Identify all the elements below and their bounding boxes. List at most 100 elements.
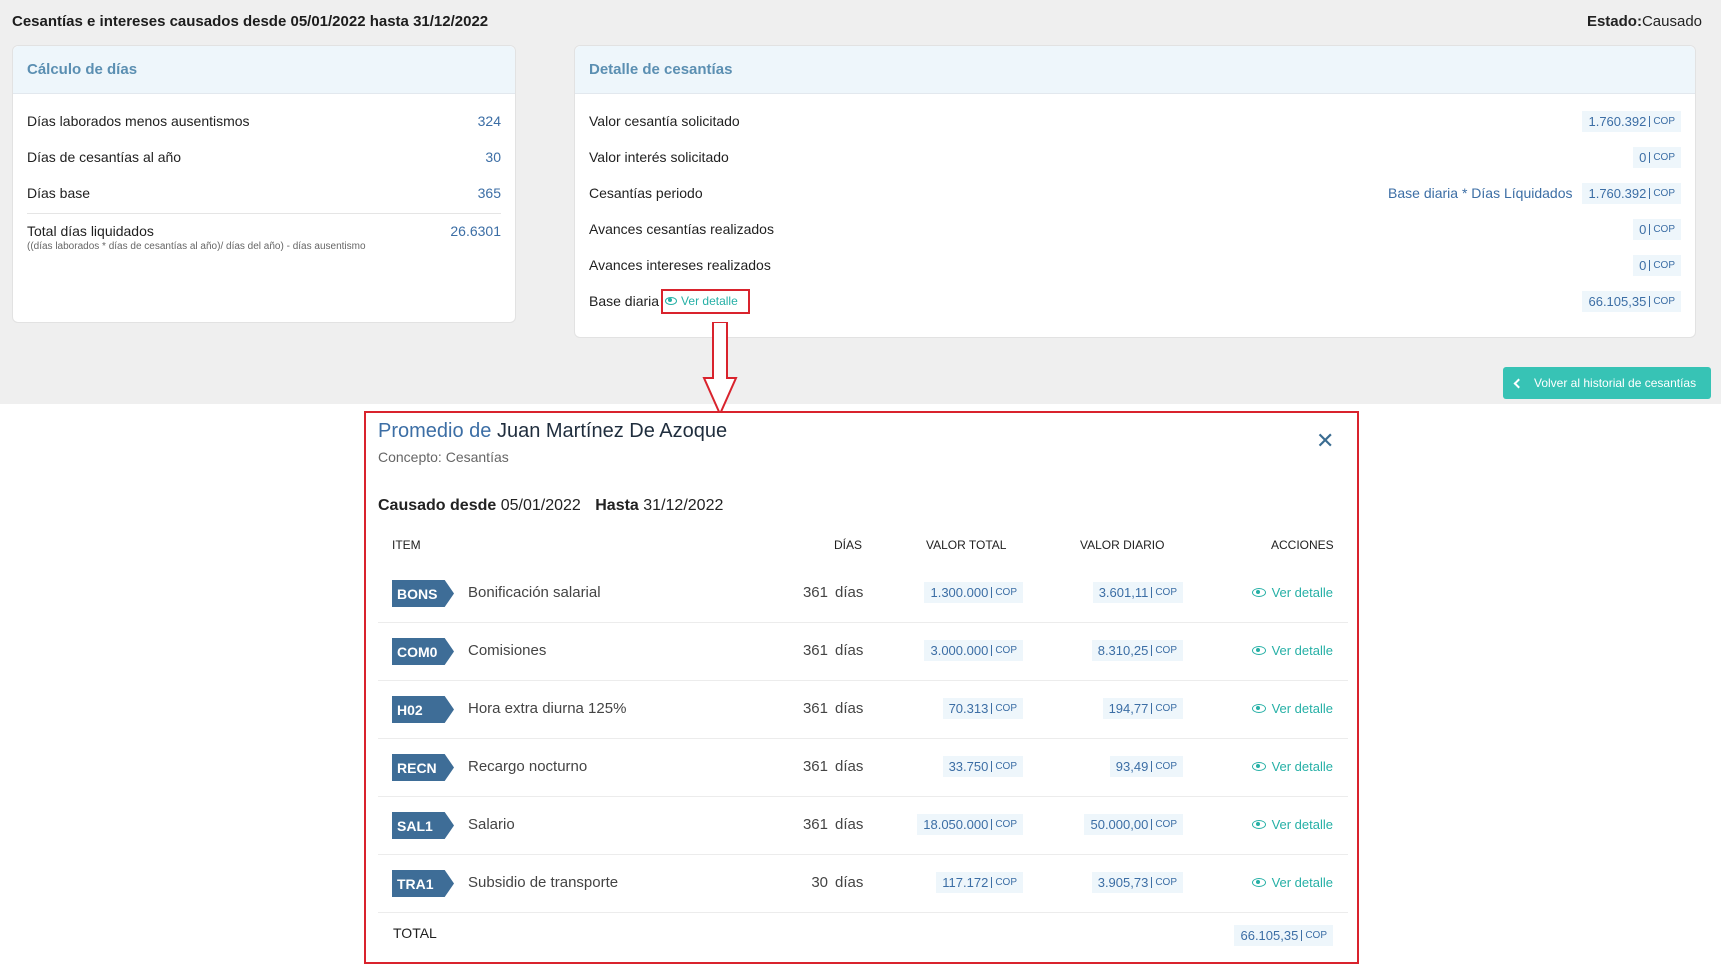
volver-historial-label: Volver al historial de cesantías (1534, 376, 1697, 390)
item-name: Recargo nocturno (468, 758, 588, 775)
causado-range: Causado desde 05/01/2022 Hasta 31/12/202… (378, 497, 733, 515)
valor-diario: 93,49 COP (1109, 756, 1183, 777)
currency-label: COP (1649, 295, 1675, 307)
detalle-cesantias-card: Detalle de cesantías Valor cesantía soli… (574, 45, 1696, 338)
table-row: TRA1 Subsidio de transporte 30 días 117.… (378, 855, 1348, 913)
valor-diario: 8.310,25 COP (1091, 640, 1183, 661)
detalle-row-label: Valor cesantía solicitado (589, 113, 740, 129)
table-header: ITEM DÍAS VALOR TOTAL VALOR DIARIO ACCIO… (378, 538, 1348, 558)
col-valor-diario: VALOR DIARIO (1080, 538, 1165, 552)
total-dias-formula: ((días laborados * días de cesantías al … (27, 241, 366, 252)
item-code-tag: SAL1 (392, 812, 454, 839)
cesantias-formula: Base diaria * Días Líquidados (1388, 185, 1573, 201)
eye-icon (1251, 704, 1266, 713)
col-item: ITEM (392, 538, 421, 552)
item-dias: 361 (802, 700, 828, 717)
valor-diario: 50.000,00 COP (1084, 814, 1183, 835)
detalle-row: Avances intereses realizados 0 COP (575, 247, 1695, 283)
valor-total: 1.300.000 COP (924, 582, 1023, 603)
calc-row-value: 30 (485, 149, 501, 165)
col-valor-total: VALOR TOTAL (926, 538, 1007, 552)
modal-title: Promedio de Juan Martínez De Azoque (378, 420, 727, 443)
eye-icon (1251, 588, 1266, 597)
eye-icon (1251, 646, 1266, 655)
valor-diario: 3.905,73 COP (1091, 872, 1183, 893)
detalle-row: Valor cesantía solicitado 1.760.392 COP (575, 103, 1695, 139)
to-label: Hasta (595, 497, 639, 514)
calc-row-value: 324 (477, 113, 501, 129)
detalle-row-label: Avances cesantías realizados (589, 221, 774, 237)
eye-icon (1251, 762, 1266, 771)
calc-row: Días base 365 (13, 175, 515, 211)
status-text: Estado:Causado (1587, 13, 1702, 30)
total-dias-value: 26.6301 (450, 223, 501, 239)
valor-total: 3.000.000 COP (924, 640, 1023, 661)
close-icon[interactable]: ✕ (1316, 430, 1336, 452)
promedio-modal: Promedio de Juan Martínez De Azoque Conc… (364, 411, 1359, 964)
detalle-row: Base diaria Ver detalle 66.105,35 COP (575, 283, 1695, 319)
volver-historial-button[interactable]: Volver al historial de cesantías (1503, 367, 1711, 399)
modal-title-prefix: Promedio de (378, 420, 492, 442)
item-name: Subsidio de transporte (468, 874, 619, 891)
item-code-tag: BONS (392, 580, 454, 607)
detalle-cesantias-title: Detalle de cesantías (575, 46, 1695, 94)
calc-row: Días laborados menos ausentismos 324 (13, 103, 515, 139)
ver-detalle-highlight: Ver detalle (661, 288, 750, 314)
ver-detalle-action[interactable]: Ver detalle (1251, 875, 1333, 890)
modal-concept: Concepto: Cesantías (378, 449, 509, 465)
calc-row: Días de cesantías al año 30 (13, 139, 515, 175)
table-footer: TOTAL 66.105,35 COP (378, 915, 1348, 951)
valor-diario: 3.601,11 COP (1092, 582, 1183, 603)
ver-detalle-action[interactable]: Ver detalle (1251, 701, 1333, 716)
top-area: Cesantías e intereses causados desde 05/… (0, 0, 1721, 404)
money-value: 1.760.392 COP (1582, 182, 1681, 204)
item-dias: 361 (802, 642, 828, 659)
down-arrow-icon (702, 322, 738, 416)
page-header: Cesantías e intereses causados desde 05/… (12, 10, 1702, 32)
ver-detalle-action[interactable]: Ver detalle (1251, 643, 1333, 658)
item-name: Hora extra diurna 125% (468, 700, 627, 717)
detalle-row-label: Avances intereses realizados (589, 257, 771, 273)
item-dias-unit: días (835, 816, 864, 833)
detalle-row-label: Cesantías periodo (589, 185, 703, 201)
employee-name: Juan Martínez De Azoque (496, 420, 728, 442)
item-dias-unit: días (835, 758, 864, 775)
currency-label: COP (1649, 151, 1675, 163)
item-dias: 361 (802, 584, 828, 601)
ver-detalle-action[interactable]: Ver detalle (1251, 817, 1333, 832)
detalle-row: Avances cesantías realizados 0 COP (575, 211, 1695, 247)
ver-detalle-action[interactable]: Ver detalle (1251, 759, 1333, 774)
detalle-row: Valor interés solicitado 0 COP (575, 139, 1695, 175)
item-dias-unit: días (835, 700, 864, 717)
status-label: Estado: (1586, 12, 1642, 30)
valor-total: 117.172 COP (936, 872, 1023, 893)
col-dias: DÍAS (834, 538, 863, 552)
calc-row-label: Días laborados menos ausentismos (27, 113, 250, 129)
total-dias-row: Total días liquidados ((días laborados *… (13, 214, 515, 252)
money-value: 1.760.392 COP (1582, 110, 1681, 132)
detalle-row-label: Valor interés solicitado (589, 149, 729, 165)
ver-detalle-link[interactable]: Ver detalle (665, 294, 738, 308)
eye-icon (665, 297, 678, 305)
money-value: 66.105,35 COP (1582, 290, 1681, 312)
eye-icon (1251, 820, 1266, 829)
chevron-left-icon (1513, 378, 1524, 388)
money-value: 0 COP (1633, 254, 1681, 276)
currency-label: COP (1649, 115, 1675, 127)
total-label: TOTAL (393, 925, 437, 941)
table-row: COM0 Comisiones 361 días 3.000.000 COP 8.… (378, 623, 1348, 681)
detalle-row: Cesantías periodo Base diaria * Días Líq… (575, 175, 1695, 211)
item-dias-unit: días (835, 874, 864, 891)
item-name: Comisiones (468, 642, 547, 659)
calc-row-label: Días base (27, 185, 91, 201)
calculo-dias-card: Cálculo de días Días laborados menos aus… (12, 45, 516, 323)
col-acciones: ACCIONES (1271, 538, 1334, 552)
item-name: Salario (468, 816, 515, 833)
detalle-row-label: Base diaria (589, 293, 660, 309)
valor-total: 33.750 COP (942, 756, 1023, 777)
item-code-tag: COM0 (392, 638, 454, 665)
total-dias-label: Total días liquidados (27, 223, 154, 239)
ver-detalle-action[interactable]: Ver detalle (1251, 585, 1333, 600)
item-code-tag: TRA1 (392, 870, 454, 897)
to-value: 31/12/2022 (643, 497, 724, 514)
